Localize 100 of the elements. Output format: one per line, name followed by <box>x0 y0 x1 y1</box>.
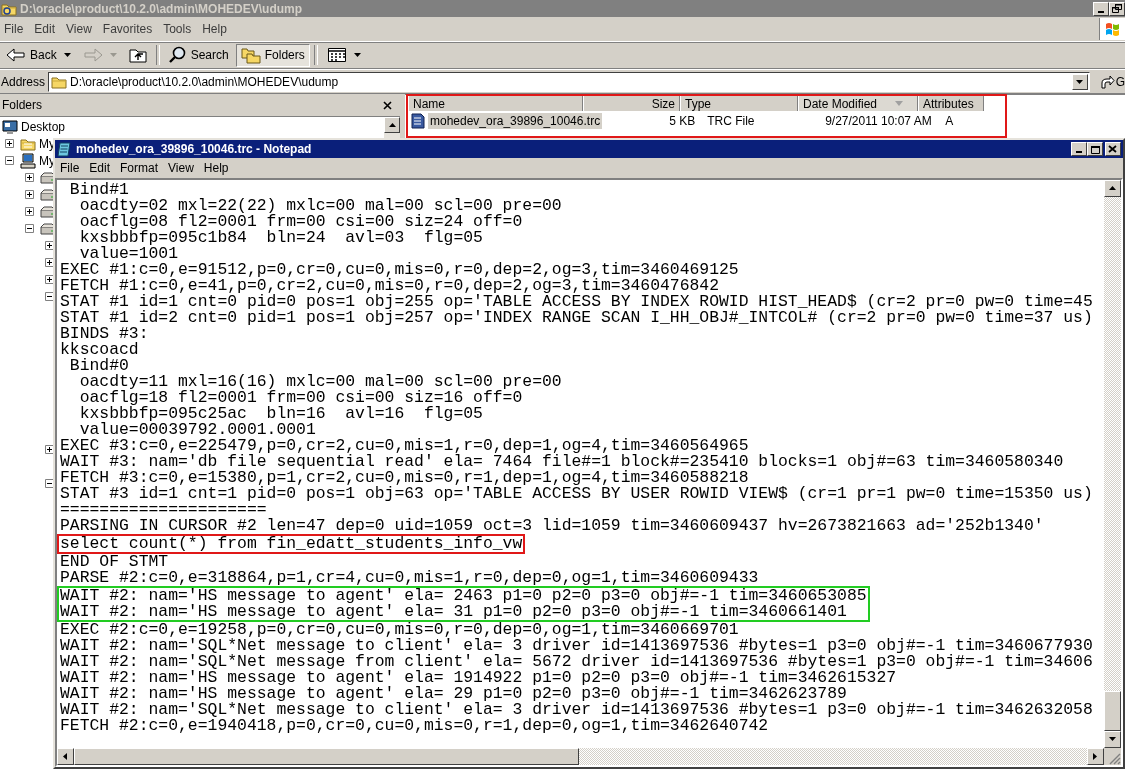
file-name[interactable]: mohedev_ora_39896_10046.trc <box>428 112 603 129</box>
scroll-up-button[interactable] <box>384 117 400 133</box>
maximize-button[interactable] <box>1087 142 1103 156</box>
menu-item[interactable]: File <box>1 22 32 36</box>
table-cell-text: 9/27/2011 10:07 AM <box>824 113 933 128</box>
grid-icon <box>326 47 347 63</box>
maximize-icon <box>1090 144 1100 154</box>
expand-icon[interactable] <box>25 207 34 216</box>
table-cell-text: TRC File <box>706 113 756 128</box>
document-icon <box>410 112 426 129</box>
go-arrow-icon <box>1098 73 1115 90</box>
folders-icon <box>240 46 261 64</box>
back-button[interactable]: Back <box>1 43 76 67</box>
scroll-down-button[interactable] <box>1104 731 1121 748</box>
search-button[interactable]: Search <box>163 43 234 67</box>
text-line: oacdty=11 mxl=16(16) mxlc=00 mal=00 scl=00 pre=00 <box>78 374 562 390</box>
close-button[interactable] <box>380 98 394 112</box>
text-line: WAIT #2: nam='SQL*Net message to client' ela= 3 driver id=1413697536 #bytes=1 p3=0 obj#=-1 tim=3462632058 <box>60 702 1093 718</box>
text-line: EXEC #2:c=0,e=19258,p=0,cr=0,cu=0,mis=0,r=0,dep=0,og=1,tim=3460669701 <box>60 622 739 638</box>
text-line: STAT #1 id=1 cnt=0 pid=0 pos=1 obj=255 op='TABLE ACCESS BY INDEX ROWID HIST_HEAD$ (cr=2 pr=0 pw=0 time=45 <box>60 294 1093 310</box>
scroll-left-button[interactable] <box>57 748 74 765</box>
restore-icon <box>1112 4 1122 13</box>
minimize-icon <box>1076 151 1082 153</box>
computer-icon <box>20 152 36 169</box>
expand-icon[interactable] <box>25 173 34 182</box>
scroll-right-button[interactable] <box>1087 748 1104 765</box>
text-line: Bind#1 <box>68 182 129 198</box>
text-line: BINDS #3: <box>60 326 149 342</box>
text-line: PARSING IN CURSOR #2 len=47 dep=0 uid=1059 oct=3 lid=1059 tim=3460609437 hv=2673821663 ad='252b1340' <box>60 518 1044 534</box>
menu-item[interactable]: Edit <box>86 161 118 175</box>
folders-button[interactable]: Folders <box>235 43 310 67</box>
text-line: oacflg=18 fl2=0001 frm=00 csi=00 siz=16 off=0 <box>78 390 523 406</box>
caret-icon <box>1076 79 1084 84</box>
column-header[interactable]: Date Modified <box>798 96 918 111</box>
scroll-up-button[interactable] <box>1104 180 1121 197</box>
folder-up-icon <box>128 47 147 63</box>
caret-icon <box>63 53 71 57</box>
menu-item[interactable]: Help <box>200 161 236 175</box>
text-line: WAIT #2: nam='HS message to agent' ela= 1914922 p1=0 p2=0 p3=0 obj#=-1 tim=3462615327 <box>60 670 897 686</box>
scrollbar-thumb[interactable] <box>1104 691 1121 731</box>
search-icon <box>168 46 187 64</box>
expand-icon[interactable] <box>25 190 34 199</box>
collapse-icon[interactable] <box>5 156 14 165</box>
scrollbar-thumb[interactable] <box>74 748 579 765</box>
text-line: FETCH #2:c=0,e=1940418,p=0,cr=0,cu=0,mis=0,r=1,dep=0,og=1,tim=3462640742 <box>60 718 769 734</box>
text-line: select count(*) from fin_edatt_students_info_vw <box>60 536 523 552</box>
menu-item[interactable]: View <box>63 22 100 36</box>
resize-grip-icon <box>1109 753 1121 765</box>
scrollbar[interactable] <box>57 748 1104 765</box>
column-header[interactable]: Type <box>680 96 798 111</box>
text-line: EXEC #1:c=0,e=91512,p=0,cr=0,cu=0,mis=0,r=0,dep=2,og=3,tim=3460469125 <box>60 262 739 278</box>
pane-title: Folders <box>2 98 42 112</box>
text-line: kxsbbbfp=095c1b84 bln=24 avl=03 flg=05 <box>78 230 483 246</box>
text-line: value=1001 <box>78 246 179 262</box>
minimize-icon <box>1098 10 1104 13</box>
text-line: kxsbbbfp=095c25ac bln=16 avl=16 flg=05 <box>78 406 483 422</box>
caret-icon <box>109 53 117 57</box>
menu-item[interactable]: Tools <box>160 22 200 36</box>
text-line: END OF STMT <box>60 554 169 570</box>
column-header[interactable]: Size <box>583 96 680 111</box>
text-line: kkscoacd <box>60 342 139 358</box>
text-line: value=00039792.0001.0001 <box>78 422 316 438</box>
close-icon <box>1108 144 1118 154</box>
scrollbar[interactable] <box>384 117 400 139</box>
flag-icon <box>1105 22 1119 36</box>
menu-item[interactable]: Format <box>117 161 166 175</box>
caret-icon <box>353 53 361 57</box>
menu-item[interactable]: Help <box>199 22 235 36</box>
column-header[interactable]: Attributes <box>918 96 984 111</box>
menu-item[interactable]: File <box>57 161 87 175</box>
arrow-right-icon <box>82 47 103 63</box>
text-line: STAT #1 id=2 cnt=0 pid=1 pos=1 obj=257 op='INDEX RANGE SCAN I_HH_OBJ#_INTCOL# (cr=2 pr=0 pw=0 time=37 us) <box>60 310 1093 326</box>
restore-button[interactable] <box>1109 1 1125 16</box>
text-line: FETCH #1:c=0,e=41,p=0,cr=2,cu=0,mis=0,r=0,dep=2,og=3,tim=3460476842 <box>60 278 719 294</box>
menu-item[interactable]: Favorites <box>99 22 161 36</box>
text-line: WAIT #2: nam='SQL*Net message from client' ela= 5672 driver id=1413697536 #bytes=1 p3=0 obj#=-1 tim=34606 <box>60 654 1093 670</box>
minimize-button[interactable] <box>1071 142 1087 156</box>
minimize-button[interactable] <box>1093 1 1109 16</box>
dropdown-button[interactable] <box>1071 73 1088 90</box>
text-line: WAIT #2: nam='HS message to agent' ela= 31 p1=0 p2=0 p3=0 obj#=-1 tim=3460661401 <box>60 604 848 620</box>
close-button[interactable] <box>1105 142 1121 156</box>
text-line: Bind#0 <box>68 358 129 374</box>
go-button[interactable]: G <box>1093 71 1125 92</box>
text-line: WAIT #2: nam='HS message to agent' ela= 2463 p1=0 p2=0 p3=0 obj#=-1 tim=3460653085 <box>60 588 867 604</box>
text-line: WAIT #2: nam='SQL*Net message to client' ela= 3 driver id=1413697536 #bytes=1 p3=0 obj#=-1 tim=3460677930 <box>60 638 1093 654</box>
menu-item[interactable]: View <box>165 161 201 175</box>
text-line: ===================== <box>60 502 267 518</box>
expand-icon[interactable] <box>5 139 14 148</box>
window-title: mohedev_ora_39896_10046.trc - Notepad <box>76 142 312 156</box>
scrollbar[interactable] <box>1104 180 1121 748</box>
text-line: oacflg=08 fl2=0001 frm=00 csi=00 siz=24 off=0 <box>78 214 523 230</box>
arrow-left-icon <box>6 47 26 63</box>
address-field[interactable]: D:\oracle\product\10.2.0\admin\MOHEDEV\udump <box>48 71 1090 92</box>
column-header[interactable]: Name <box>408 96 583 111</box>
text-line: oacdty=02 mxl=22(22) mxlc=00 mal=00 scl=00 pre=00 <box>78 198 562 214</box>
text-line: WAIT #3: nam='db file sequential read' ela= 7464 file#=1 block#=235410 blocks=1 obj#=63 tim=3460580340 <box>60 454 1064 470</box>
text-line: STAT #3 id=1 cnt=1 pid=0 pos=1 obj=63 op='TABLE ACCESS BY USER ROWID VIEW$ (cr=1 pr=1 pw=0 time=15350 us) <box>60 486 1093 502</box>
menu-item[interactable]: Edit <box>31 22 64 36</box>
tree-item[interactable]: Desktop <box>21 119 66 134</box>
collapse-icon[interactable] <box>25 224 34 233</box>
